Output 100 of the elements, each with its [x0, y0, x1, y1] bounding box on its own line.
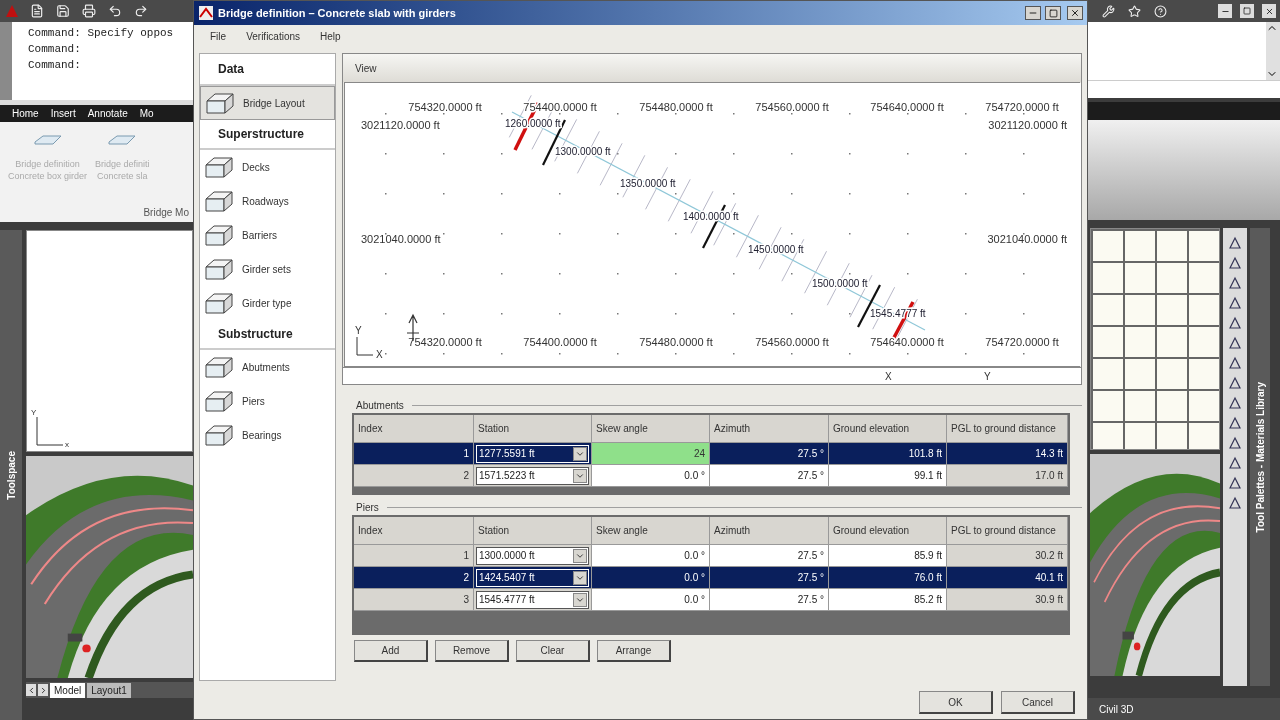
tool-icon[interactable] — [1228, 476, 1242, 490]
tool-icon[interactable] — [1228, 256, 1242, 270]
column-header[interactable]: Azimuth — [710, 517, 829, 545]
coordinate-label: 3021120.0000 ft — [988, 119, 1067, 131]
column-header[interactable]: Skew angle — [592, 517, 710, 545]
column-header[interactable]: Ground elevation — [829, 415, 947, 443]
table-row[interactable]: 2 1424.5407 ft 0.0 ° 27.5 ° 76.0 ft 40.1 ft — [354, 567, 1068, 589]
table-cell: 3 — [354, 589, 474, 611]
column-header[interactable]: Index — [354, 517, 474, 545]
maximize-button[interactable] — [1240, 4, 1254, 18]
menu-item[interactable]: Verifications — [246, 28, 301, 44]
table-cell: 99.1 ft — [829, 465, 947, 487]
axis-letter: Y — [31, 407, 37, 419]
column-header[interactable]: PGL to ground distance — [947, 517, 1068, 545]
station-dropdown[interactable]: 1277.5591 ft — [476, 444, 589, 463]
station-dropdown[interactable]: 1424.5407 ft — [476, 568, 589, 587]
tool-icon[interactable] — [1228, 236, 1242, 250]
table-cell: 14.3 ft — [947, 443, 1068, 465]
column-header[interactable]: Station — [474, 517, 592, 545]
command-line: Command: Specify oppos — [28, 25, 175, 41]
sidebar-item[interactable]: Bridge Layout — [200, 86, 335, 120]
tab[interactable]: View — [355, 60, 377, 76]
tool-icon[interactable] — [1228, 436, 1242, 450]
ribbon-tab[interactable]: Annotate — [87, 106, 128, 121]
sidebar-item[interactable]: Abutments — [200, 350, 335, 384]
block-icon — [204, 189, 234, 213]
column-header[interactable]: Skew angle — [592, 415, 710, 443]
block-icon — [204, 291, 234, 315]
table-cell: 0.0 ° — [592, 567, 710, 589]
table-row[interactable]: 1 1277.5591 ft 24 27.5 ° 101.8 ft 14.3 ft — [354, 443, 1068, 465]
menu-item[interactable]: File — [210, 28, 227, 44]
first-tab-icon[interactable] — [26, 684, 36, 696]
layout-tab[interactable]: Layout1 — [87, 682, 131, 698]
close-button[interactable] — [1067, 6, 1083, 20]
help-icon[interactable] — [1151, 2, 1169, 20]
ribbon-tab[interactable]: Home — [12, 106, 39, 121]
station-dropdown[interactable]: 1545.4777 ft — [476, 590, 589, 609]
group-title: Piers — [355, 500, 380, 515]
maximize-icon — [1048, 8, 1058, 18]
sidebar-item[interactable]: Decks — [200, 150, 335, 184]
ucs-axes-icon — [356, 336, 374, 356]
table-button[interactable]: Arrange — [597, 640, 671, 662]
sidebar-item[interactable]: Bearings — [200, 418, 335, 452]
sidebar-item[interactable]: Girder sets — [200, 252, 335, 286]
wrench-icon[interactable] — [1099, 2, 1117, 20]
column-header[interactable]: PGL to ground distance — [947, 415, 1068, 443]
tool-icon[interactable] — [1228, 456, 1242, 470]
menu-item[interactable]: Help — [320, 28, 341, 44]
table-row[interactable]: 1 1300.0000 ft 0.0 ° 27.5 ° 85.9 ft 30.2 ft — [354, 545, 1068, 567]
table-row[interactable]: 3 1545.4777 ft 0.0 ° 27.5 ° 85.2 ft 30.9 ft — [354, 589, 1068, 611]
table-cell: 0.0 ° — [592, 545, 710, 567]
table-cell: 1 — [354, 443, 474, 465]
column-header[interactable]: Ground elevation — [829, 517, 947, 545]
close-button[interactable] — [1262, 4, 1276, 18]
table-button[interactable]: Add — [354, 640, 428, 662]
command-input[interactable] — [1087, 80, 1280, 98]
tool-icon[interactable] — [1228, 376, 1242, 390]
tool-icon[interactable] — [1228, 316, 1242, 330]
dialog-button[interactable]: OK — [919, 691, 993, 714]
ribbon-tab[interactable]: Insert — [50, 106, 76, 121]
axis-letter: x — [65, 439, 69, 451]
tool-icon[interactable] — [1228, 336, 1242, 350]
tool-icon[interactable] — [1228, 496, 1242, 510]
tool-icon[interactable] — [1228, 396, 1242, 410]
minimize-button[interactable] — [1025, 6, 1041, 20]
station-dropdown[interactable]: 1300.0000 ft — [476, 546, 589, 565]
axis-letter: X — [376, 349, 383, 360]
tool-icon[interactable] — [1228, 416, 1242, 430]
workspace-label[interactable]: Civil 3D — [1099, 701, 1134, 717]
tool-icon[interactable] — [1228, 356, 1242, 370]
station-dropdown[interactable]: 1571.5223 ft — [476, 466, 589, 485]
table-row[interactable]: 2 1571.5223 ft 0.0 ° 27.5 ° 99.1 ft 17.0 ft — [354, 465, 1068, 487]
ribbon-tab[interactable]: Mo — [139, 106, 154, 121]
column-header[interactable]: Station — [474, 415, 592, 443]
column-header[interactable]: Index — [354, 415, 474, 443]
table-cell: 27.5 ° — [710, 443, 829, 465]
table-button[interactable]: Clear — [516, 640, 590, 662]
maximize-button[interactable] — [1045, 6, 1061, 20]
layout-tab[interactable]: Model — [50, 682, 86, 698]
station-label: 1450.0000 ft — [748, 244, 804, 255]
sidebar-item[interactable]: Girder type — [200, 286, 335, 320]
block-icon — [204, 223, 234, 247]
dropdown-caret-icon — [573, 548, 587, 563]
tool-icon[interactable] — [1228, 296, 1242, 310]
table-button[interactable]: Remove — [435, 640, 509, 662]
coordinate-label: 754560.0000 ft — [755, 336, 829, 348]
station-label: 1350.0000 ft — [620, 178, 676, 189]
status-label: Y — [984, 369, 991, 384]
sidebar-item[interactable]: Piers — [200, 384, 335, 418]
sidebar-item[interactable]: Roadways — [200, 184, 335, 218]
sidebar-item[interactable]: Barriers — [200, 218, 335, 252]
next-tab-icon[interactable] — [38, 684, 48, 696]
station-label: 1300.0000 ft — [555, 146, 611, 157]
minimize-button[interactable] — [1218, 4, 1232, 18]
table-cell: 0.0 ° — [592, 465, 710, 487]
dialog-button[interactable]: Cancel — [1001, 691, 1075, 714]
tool-icon[interactable] — [1228, 276, 1242, 290]
table-cell: 17.0 ft — [947, 465, 1068, 487]
column-header[interactable]: Azimuth — [710, 415, 829, 443]
block-icon — [204, 355, 234, 379]
